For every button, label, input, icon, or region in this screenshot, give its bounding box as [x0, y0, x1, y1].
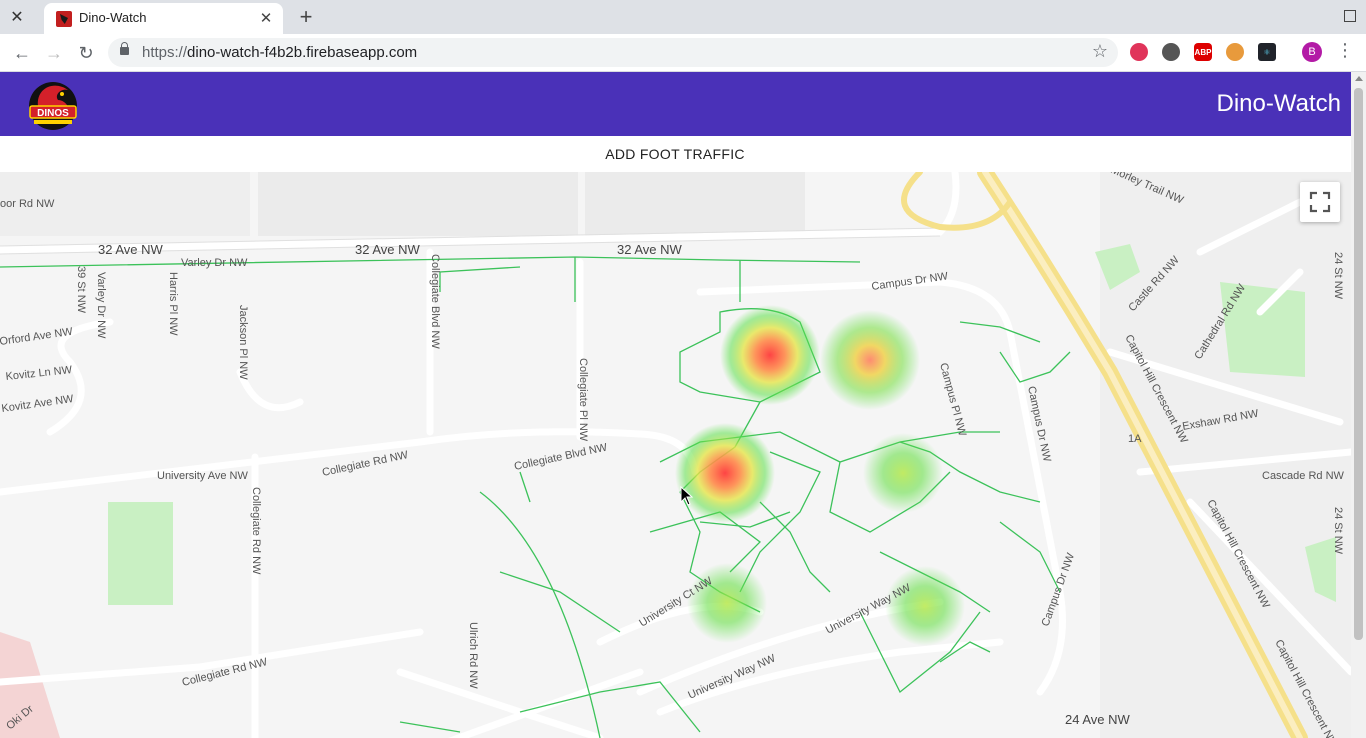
lightning-extension-icon[interactable]: [1162, 43, 1180, 61]
mouse-cursor-icon: [680, 486, 694, 506]
map-view[interactable]: 32 Ave NW 32 Ave NW 32 Ave NW Varley Dr NW C…: [0, 172, 1351, 738]
lock-icon: [120, 42, 129, 55]
street-label: 39 St NW: [75, 266, 87, 314]
street-label: Jackson Pl NW: [237, 305, 249, 380]
heat-spot: [863, 433, 943, 513]
adblock-plus-icon[interactable]: ABP: [1194, 43, 1212, 61]
street-label: Varley Dr NW: [181, 257, 248, 269]
street-label: University Ave NW: [157, 470, 248, 482]
heat-spot: [885, 566, 965, 646]
app-title: Dino-Watch: [1216, 90, 1341, 117]
profile-avatar[interactable]: B: [1302, 42, 1322, 62]
street-label: Varley Dr NW: [95, 272, 107, 339]
street-label: Collegiate Blvd NW: [429, 254, 441, 349]
bookmark-star-icon[interactable]: ☆: [1092, 41, 1108, 62]
building-block: [585, 172, 805, 236]
privacy-badger-icon[interactable]: [1130, 43, 1148, 61]
street-label: 1A: [1128, 433, 1142, 445]
browser-tab[interactable]: Dino-Watch ✕: [44, 3, 283, 34]
close-tab-icon[interactable]: ✕: [257, 9, 275, 27]
heat-spot: [820, 310, 920, 410]
street-label: oor Rd NW: [0, 198, 55, 210]
street-label: 24 St NW: [1332, 507, 1344, 555]
street-label: Ulrich Rd NW: [467, 622, 479, 689]
fullscreen-icon: [1309, 191, 1331, 213]
app-header: DINOS Dino-Watch: [0, 72, 1351, 136]
heat-spot: [675, 423, 775, 523]
street-label: 24 St NW: [1332, 252, 1344, 300]
street-label: Collegiate Pl NW: [577, 358, 589, 442]
back-icon[interactable]: ←: [10, 41, 34, 65]
extension-orange-icon[interactable]: [1226, 43, 1244, 61]
dinos-favicon-icon: [56, 11, 72, 27]
reload-icon[interactable]: ↻: [74, 41, 98, 65]
action-bar: ADD FOOT TRAFFIC: [0, 136, 1351, 172]
address-bar[interactable]: https://dino-watch-f4b2b.firebaseapp.com…: [108, 38, 1118, 67]
tab-title: Dino-Watch: [79, 10, 147, 25]
browser-tabstrip: ✕ Dino-Watch ✕ +: [0, 0, 1366, 34]
street-label: Cascade Rd NW: [1262, 470, 1345, 482]
svg-text:DINOS: DINOS: [37, 108, 69, 119]
heat-spot: [687, 563, 767, 643]
restore-window-icon[interactable]: [1344, 10, 1356, 22]
map-canvas[interactable]: 32 Ave NW 32 Ave NW 32 Ave NW Varley Dr NW C…: [0, 172, 1351, 738]
street-label: 24 Ave NW: [1065, 712, 1131, 727]
close-window-icon[interactable]: ✕: [0, 0, 34, 34]
forward-icon[interactable]: →: [42, 41, 66, 65]
browser-toolbar: ← → ↻ https://dino-watch-f4b2b.firebasea…: [0, 34, 1366, 72]
street-label: 32 Ave NW: [617, 242, 683, 257]
url-text[interactable]: https://dino-watch-f4b2b.firebaseapp.com: [142, 44, 417, 61]
dinos-logo[interactable]: DINOS: [24, 76, 82, 132]
street-label: Harris Pl NW: [167, 272, 179, 336]
street-label: 32 Ave NW: [98, 242, 164, 257]
browser-menu-icon[interactable]: ⋮: [1336, 40, 1354, 61]
street-label: 32 Ave NW: [355, 242, 421, 257]
add-foot-traffic-button[interactable]: ADD FOOT TRAFFIC: [600, 142, 750, 166]
scroll-up-icon[interactable]: [1355, 76, 1363, 81]
page-scrollbar[interactable]: [1351, 72, 1366, 738]
fullscreen-button[interactable]: [1300, 182, 1340, 222]
heat-spot: [720, 305, 820, 405]
street-label: Collegiate Rd NW: [250, 487, 262, 575]
scroll-thumb[interactable]: [1354, 88, 1363, 640]
react-devtools-icon[interactable]: ⚛: [1258, 43, 1276, 61]
new-tab-icon[interactable]: +: [294, 4, 318, 30]
park-area: [108, 502, 173, 605]
building-block: [258, 172, 578, 236]
